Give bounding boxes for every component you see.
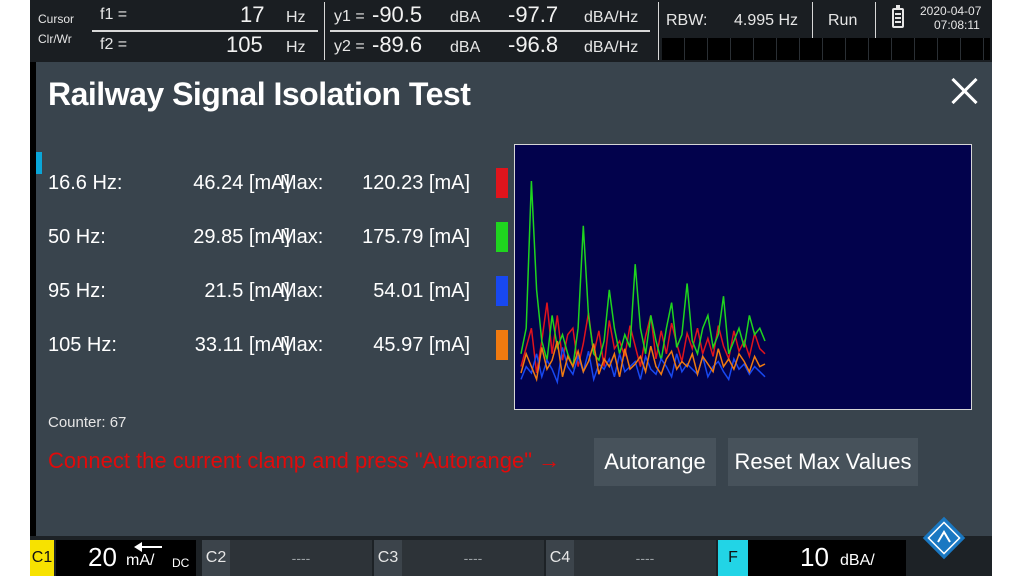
y2-unit: dBA	[450, 39, 481, 56]
y2-value[interactable]: -89.6	[372, 32, 422, 58]
date-display: 2020-04-07	[920, 4, 982, 18]
channel-c3-scale[interactable]: ----	[402, 540, 544, 576]
divider	[658, 2, 659, 60]
f1-unit: Hz	[286, 9, 306, 26]
row-max-label: Max:	[280, 280, 324, 302]
c1-coupling: DC	[172, 556, 190, 570]
row-max-value: 54.01 [mA]	[373, 280, 470, 302]
cursor-label[interactable]: Cursor	[38, 12, 74, 26]
time-display: 07:08:11	[934, 18, 980, 32]
close-icon[interactable]	[948, 74, 982, 108]
row-max-label: Max:	[280, 226, 324, 248]
measurement-row: 105 Hz: 33.11 [mA] Max: 45.97 [mA]	[48, 330, 508, 360]
row-max-value: 45.97 [mA]	[373, 334, 470, 356]
channel-bar: C1 20 mA/ DC C2 ---- C3 ---- C4 ---- F 1…	[30, 536, 992, 576]
trend-series-1	[520, 180, 766, 370]
device-screen: Cursor Clr/Wr f1 = 17 Hz f2 = 105 Hz y1 …	[30, 0, 992, 576]
row-max-label: Max:	[280, 334, 324, 356]
rbw-label: RBW:	[666, 12, 708, 29]
row-frequency: 105 Hz:	[48, 334, 117, 356]
channel-c2-scale[interactable]: ----	[230, 540, 372, 576]
y2-density-unit: dBA/Hz	[584, 39, 639, 56]
clrwr-label[interactable]: Clr/Wr	[38, 32, 72, 46]
channel-c3-badge[interactable]: C3	[374, 540, 402, 576]
side-marker	[36, 152, 42, 174]
y1-label: y1 =	[334, 8, 365, 25]
c1-scale-value: 20	[88, 542, 117, 572]
run-status[interactable]: Run	[828, 12, 857, 30]
y2-density: -96.8	[508, 32, 559, 57]
cursor-status-bar: Cursor Clr/Wr f1 = 17 Hz f2 = 105 Hz y1 …	[30, 0, 992, 62]
f2-unit: Hz	[286, 39, 306, 56]
brand-logo-icon[interactable]	[920, 514, 968, 562]
divider	[324, 2, 325, 60]
f-divider	[92, 30, 318, 32]
row-current-value: 33.11 [mA]	[194, 334, 290, 356]
row-current-value: 21.5 [mA]	[204, 280, 290, 302]
row-current-value: 29.85 [mA]	[193, 226, 290, 248]
trend-plot-svg	[520, 180, 766, 385]
y1-density: -97.7	[508, 2, 559, 27]
channel-c4-badge[interactable]: C4	[546, 540, 574, 576]
f1-label: f1 =	[100, 6, 128, 23]
measurement-row: 50 Hz: 29.85 [mA] Max: 175.79 [mA]	[48, 222, 508, 252]
row-frequency: 50 Hz:	[48, 226, 106, 248]
row-max-label: Max:	[280, 172, 324, 194]
row-color-swatch	[496, 222, 508, 252]
reset-max-values-button[interactable]: Reset Max Values	[728, 438, 918, 486]
rbw-value[interactable]: 4.995 Hz	[734, 12, 798, 30]
channel-c1-scale[interactable]: 20 mA/ DC	[56, 540, 196, 576]
f-scale-unit: dBA/	[840, 552, 875, 569]
f1-value[interactable]: 17	[240, 2, 264, 28]
counter-label: Counter: 67	[48, 414, 127, 431]
f2-label: f2 =	[100, 36, 128, 53]
y1-value[interactable]: -90.5	[372, 2, 422, 28]
row-max-value: 175.79 [mA]	[362, 226, 470, 248]
battery-icon	[892, 5, 904, 28]
channel-c4-scale[interactable]: ----	[574, 540, 716, 576]
f2-value[interactable]: 105	[226, 32, 263, 58]
dialog-title: Railway Signal Isolation Test	[48, 76, 471, 112]
row-current-value: 46.24 [mA]	[193, 172, 290, 194]
channel-c2-badge[interactable]: C2	[202, 540, 230, 576]
c1-scale-unit: mA/	[126, 552, 155, 569]
channel-c1-badge[interactable]: C1	[30, 540, 54, 576]
row-frequency: 16.6 Hz:	[48, 172, 123, 194]
y1-density-unit: dBA/Hz	[584, 9, 639, 26]
instruction-hint: Connect the current clamp and press "Aut…	[48, 448, 561, 473]
channel-f-scale[interactable]: 10 dBA/	[748, 540, 906, 576]
channel-f-badge[interactable]: F	[718, 540, 748, 576]
y-divider	[330, 30, 650, 32]
measurement-row: 16.6 Hz: 46.24 [mA] Max: 120.23 [mA]	[48, 168, 508, 198]
f-scale-value: 10	[800, 542, 829, 572]
y1-unit: dBA	[450, 9, 481, 26]
autorange-button[interactable]: Autorange	[594, 438, 716, 486]
isolation-test-dialog: Railway Signal Isolation Test 16.6 Hz: 4…	[36, 62, 992, 536]
status-segments	[662, 38, 990, 60]
trend-plot	[514, 144, 972, 410]
row-color-swatch	[496, 168, 508, 198]
y2-label: y2 =	[334, 38, 365, 55]
row-frequency: 95 Hz:	[48, 280, 106, 302]
measurement-row: 95 Hz: 21.5 [mA] Max: 54.01 [mA]	[48, 276, 508, 306]
row-color-swatch	[496, 330, 508, 360]
row-max-value: 120.23 [mA]	[362, 172, 470, 194]
row-color-swatch	[496, 276, 508, 306]
